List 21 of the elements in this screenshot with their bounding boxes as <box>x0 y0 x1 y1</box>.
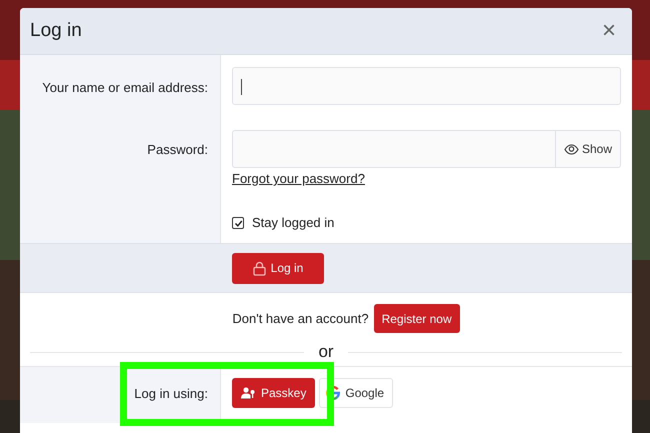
checkbox-label: Stay logged in <box>252 215 334 231</box>
close-button[interactable]: × <box>598 19 620 43</box>
password-field[interactable] <box>232 130 556 168</box>
email-field[interactable] <box>232 67 621 105</box>
forgot-password-link[interactable]: Forgot your password? <box>232 171 365 187</box>
checkbox[interactable] <box>232 217 244 229</box>
register-prompt: Don't have an account? <box>232 311 369 326</box>
field-label: Password: <box>147 142 208 159</box>
login-button[interactable]: Log in <box>232 252 324 284</box>
field-label: Your name or email address: <box>42 80 208 97</box>
divider-text: or <box>318 342 334 362</box>
lock-icon <box>252 260 266 276</box>
google-button[interactable]: Google <box>319 378 394 408</box>
external-login-label: Log in using: <box>134 386 208 402</box>
google-icon <box>326 386 340 400</box>
register-button[interactable]: Register now <box>374 304 460 333</box>
dialog-title: Log in <box>30 20 82 42</box>
show-password-button[interactable]: Show <box>556 130 621 168</box>
person-key-icon <box>241 387 256 399</box>
passkey-button[interactable]: Passkey <box>232 378 316 408</box>
eye-icon <box>564 144 579 154</box>
